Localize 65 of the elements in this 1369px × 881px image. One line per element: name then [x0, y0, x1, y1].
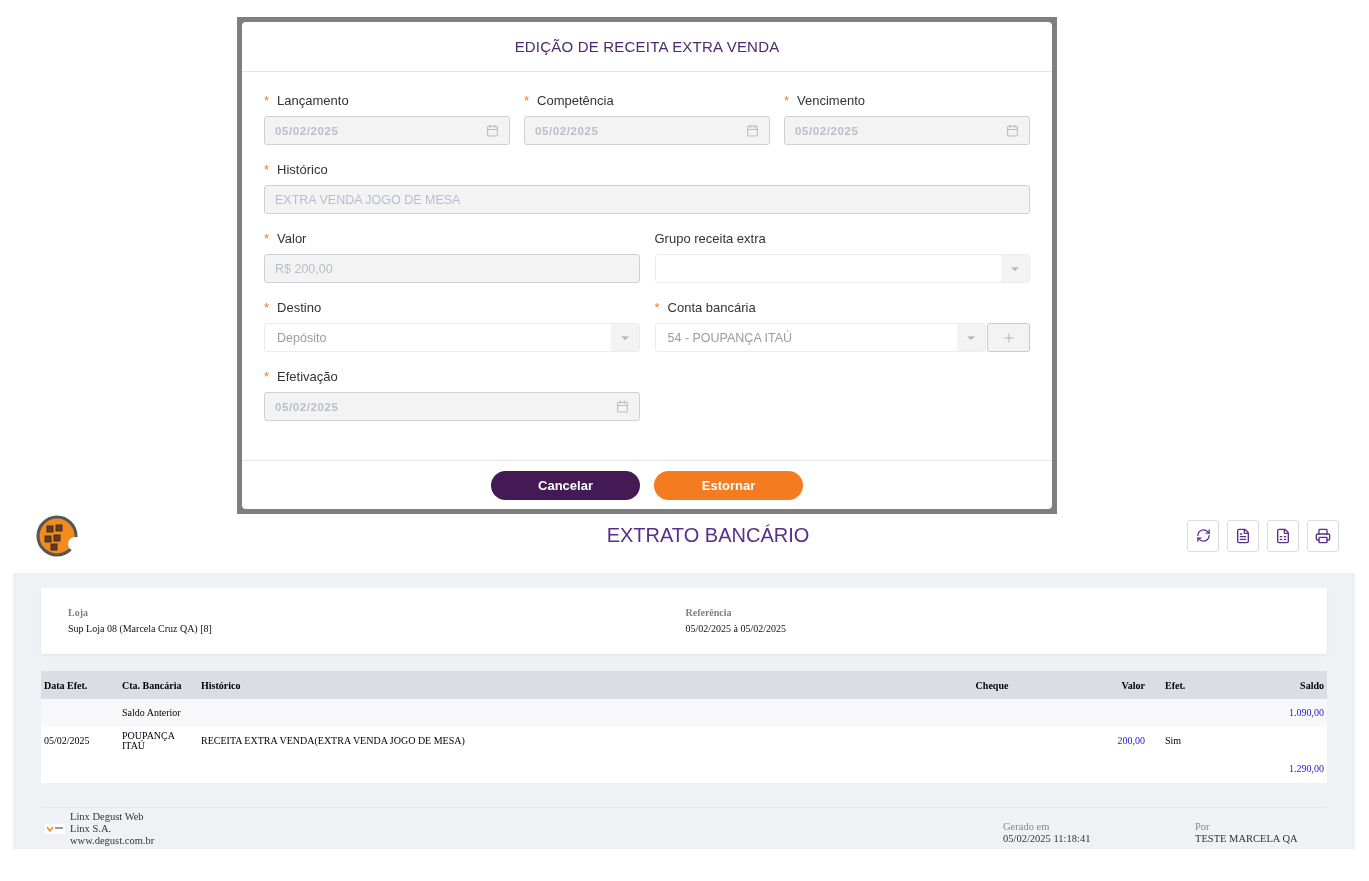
required-asterisk: *	[264, 231, 270, 246]
required-asterisk: *	[264, 162, 270, 177]
required-asterisk: *	[524, 93, 530, 108]
calendar-icon	[746, 124, 759, 137]
author-label: Por	[1195, 820, 1211, 833]
field-label: Vencimento	[797, 93, 865, 108]
file-icon	[1235, 527, 1251, 544]
required-asterisk: *	[264, 369, 270, 384]
column-header: Efet.	[1165, 679, 1186, 691]
table-cell: 1.090,00	[1289, 708, 1324, 718]
select-field[interactable]: Depósito	[264, 323, 640, 352]
dialog-title: EDIÇÃO DE RECEITA EXTRA VENDA	[514, 38, 780, 55]
column-header: Saldo	[1300, 679, 1324, 691]
company-text: Linx Degust Web	[70, 810, 145, 823]
calendar-icon	[486, 124, 499, 137]
info-label: Loja	[68, 607, 89, 618]
generated-date: 05/02/2025 11:18:41	[1003, 832, 1092, 845]
field-label: Grupo receita extra	[654, 231, 766, 246]
table-cell-text: POUPANÇA ITAÚ	[122, 731, 176, 751]
cookie-logo	[35, 513, 79, 558]
pdf-export-button[interactable]	[1227, 519, 1259, 552]
info-label: Referência	[685, 607, 733, 618]
generated-label: Gerado em	[1003, 820, 1051, 833]
cancel-button[interactable]: Cancelar	[491, 470, 640, 500]
company-text: Linx S.A.	[70, 822, 113, 835]
info-value: Sup Loja 08 (Marcela Cruz QA) [8]	[68, 623, 213, 634]
field-label: Lançamento	[277, 93, 349, 108]
table-cell: 1.290,00	[1289, 764, 1324, 774]
table-cell: Saldo Anterior	[122, 708, 181, 718]
field-label: Efetivação	[277, 369, 338, 384]
column-header: Data Efet.	[44, 679, 88, 691]
spreadsheet-icon	[1275, 527, 1291, 544]
refresh-icon	[1195, 528, 1211, 543]
xls-export-button[interactable]	[1267, 519, 1299, 552]
calendar-icon	[615, 400, 629, 413]
table-cell: 200,00	[1117, 736, 1145, 746]
select-field[interactable]	[654, 254, 1030, 283]
plus-icon	[1001, 330, 1016, 345]
small-logo-icon	[45, 823, 65, 834]
table-cell: 05/02/2025	[44, 736, 90, 746]
select-field[interactable]: 54 - POUPANÇA ITAÚ	[654, 323, 986, 352]
field-label: Destino	[277, 300, 322, 315]
printer-icon	[1315, 527, 1331, 544]
field-label: Competência	[537, 93, 614, 108]
report-title: EXTRATO BANCÁRIO	[605, 524, 811, 547]
company-text: www.degust.com.br	[70, 834, 155, 847]
required-asterisk: *	[264, 300, 270, 315]
column-header: Cheque	[975, 679, 1009, 691]
calendar-icon	[1006, 124, 1019, 137]
column-header: Cta. Bancária	[122, 679, 182, 691]
table-cell: Sim	[1165, 736, 1182, 746]
info-value: 05/02/2025 à 05/02/2025	[685, 623, 788, 634]
required-asterisk: *	[654, 300, 660, 315]
field-label: Valor	[277, 231, 307, 246]
field-label: Histórico	[277, 162, 328, 177]
column-header: Valor	[1121, 679, 1145, 691]
confirm-button[interactable]: Estornar	[654, 470, 803, 500]
required-asterisk: *	[264, 93, 270, 108]
refresh-button[interactable]	[1187, 519, 1219, 552]
table-cell: RECEITA EXTRA VENDA(EXTRA VENDA JOGO DE MESA)	[201, 736, 465, 746]
author-name: TESTE MARCELA QA	[1195, 832, 1299, 845]
required-asterisk: *	[784, 93, 790, 108]
column-header: Histórico	[201, 679, 241, 691]
field-label: Conta bancária	[667, 300, 756, 315]
print-button[interactable]	[1307, 519, 1339, 552]
